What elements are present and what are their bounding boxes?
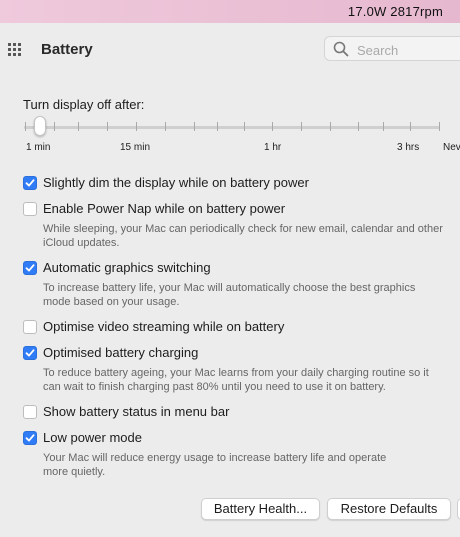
option-label[interactable]: Slightly dim the display while on batter… [43,175,309,190]
search-field[interactable] [324,36,460,61]
checkbox[interactable] [23,346,37,360]
option-label[interactable]: Optimised battery charging [43,345,198,360]
slider-tick [107,122,108,131]
checkbox[interactable] [23,202,37,216]
battery-pane: Turn display off after: 1 min 15 min 1 h… [0,78,460,537]
checkmark-icon [25,349,35,357]
battery-health-button[interactable]: Battery Health... [201,498,320,520]
slider-knob[interactable] [34,116,46,136]
slider-tick [244,122,245,131]
menu-bar: 17.0W 2817rpm [0,0,460,23]
page-title: Battery [41,41,93,58]
display-off-slider[interactable] [24,126,440,129]
restore-defaults-button[interactable]: Restore Defaults [327,498,451,520]
slider-tick [165,122,166,131]
slider-tick [25,122,26,131]
search-icon [333,41,349,57]
checkbox[interactable] [23,261,37,275]
menubar-status-text[interactable]: 17.0W 2817rpm [348,4,443,19]
tick-label-never: Never [443,142,460,153]
slider-tick [358,122,359,131]
checkbox[interactable] [23,320,37,334]
option-description: While sleeping, your Mac can periodicall… [43,223,443,249]
checkmark-icon [25,179,35,187]
option-label[interactable]: Enable Power Nap while on battery power [43,201,285,216]
checkbox[interactable] [23,176,37,190]
slider-tick [330,122,331,131]
slider-tick [194,122,195,131]
slider-tick [439,122,440,131]
option-label[interactable]: Automatic graphics switching [43,260,211,275]
slider-tick [383,122,384,131]
tick-label-15min: 15 min [120,142,151,153]
show-all-grid-icon[interactable] [8,43,24,56]
slider-tick [272,122,273,131]
tick-label-1min: 1 min [26,142,51,153]
slider-tick [78,122,79,131]
checkmark-icon [25,434,35,442]
option-label[interactable]: Low power mode [43,430,142,445]
tick-label-3hrs: 3 hrs [397,142,420,153]
slider-tick [54,122,55,131]
slider-tick [136,122,137,131]
checkbox[interactable] [23,431,37,445]
slider-tick [217,122,218,131]
checkmark-icon [25,264,35,272]
option-description: To reduce battery ageing, your Mac learn… [43,367,429,393]
slider-tick [410,122,411,131]
slider-tick [301,122,302,131]
display-off-label: Turn display off after: [23,97,145,112]
option-label[interactable]: Optimise video streaming while on batter… [43,319,284,334]
search-input[interactable] [355,40,460,60]
option-description: To increase battery life, your Mac will … [43,282,416,308]
window-toolbar: Battery [0,23,460,79]
tick-label-1hr: 1 hr [264,142,282,153]
option-description: Your Mac will reduce energy usage to inc… [43,452,387,478]
checkbox[interactable] [23,405,37,419]
option-label[interactable]: Show battery status in menu bar [43,404,229,419]
